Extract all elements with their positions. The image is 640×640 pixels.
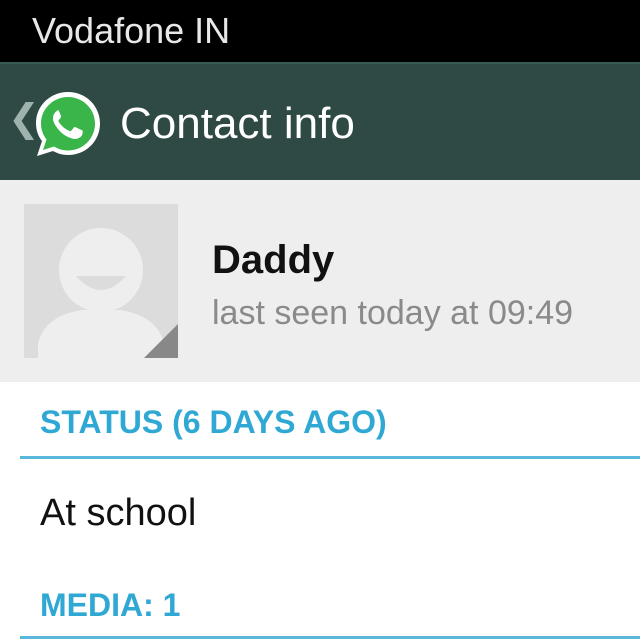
contact-name: Daddy <box>212 238 335 282</box>
status-text[interactable]: At school <box>40 490 196 536</box>
action-bar: ❮ Contact info <box>0 62 640 180</box>
status-bar: Vodafone IN <box>0 0 640 62</box>
contact-info-screen: Vodafone IN ❮ Contact info Daddy last se… <box>0 0 640 640</box>
avatar[interactable] <box>24 204 178 358</box>
media-divider <box>20 636 640 639</box>
status-section-header: STATUS (6 DAYS AGO) <box>40 404 387 440</box>
whatsapp-icon[interactable] <box>32 88 104 160</box>
last-seen-text: last seen today at 09:49 <box>212 294 574 332</box>
avatar-corner-fold <box>144 324 178 358</box>
status-divider <box>20 456 640 459</box>
media-section-header[interactable]: MEDIA: 1 <box>40 585 180 625</box>
contact-header: Daddy last seen today at 09:49 <box>0 180 640 382</box>
carrier-name: Vodafone IN <box>32 10 231 51</box>
page-title: Contact info <box>120 99 355 148</box>
